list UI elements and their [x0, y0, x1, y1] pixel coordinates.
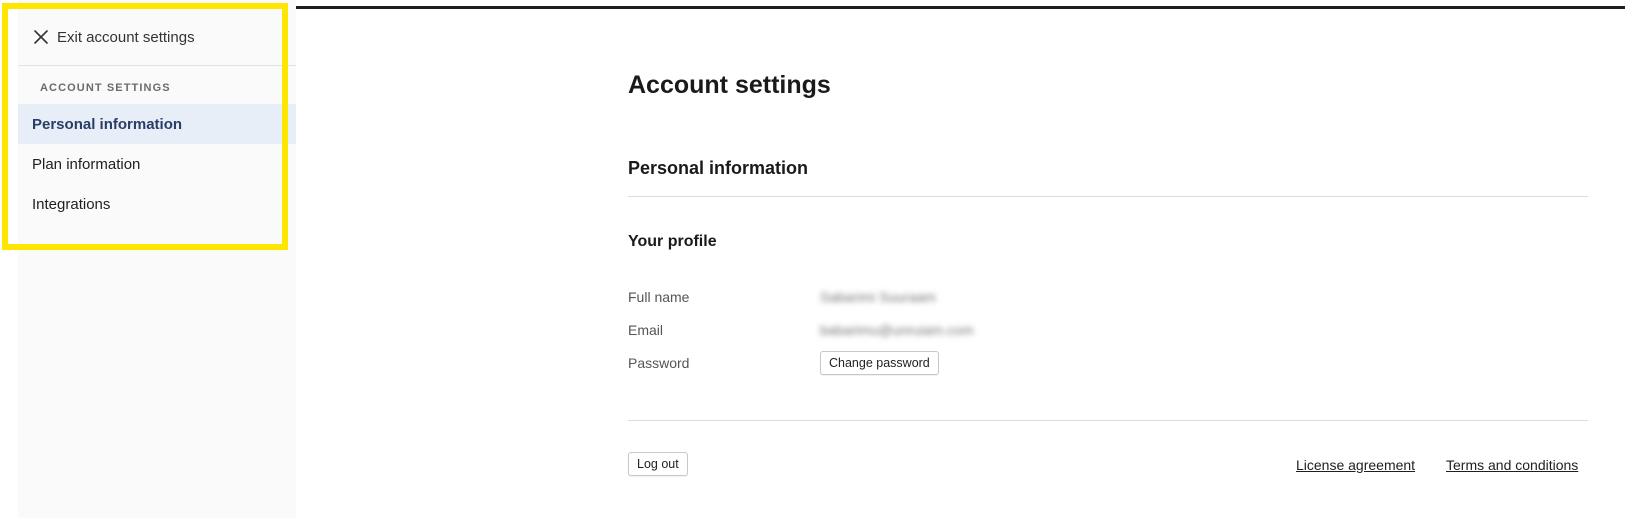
- sidebar-item-plan-information[interactable]: Plan information: [18, 144, 296, 184]
- license-agreement-link[interactable]: License agreement: [1296, 457, 1415, 473]
- full-name-value: Sabarimi Suuraam: [820, 289, 936, 305]
- sidebar-item-personal-information[interactable]: Personal information: [18, 104, 296, 144]
- page-title: Account settings: [628, 71, 831, 99]
- change-password-button[interactable]: Change password: [820, 351, 939, 375]
- full-name-label: Full name: [628, 289, 690, 305]
- close-icon: [34, 30, 48, 44]
- sidebar-menu: Exit account settings ACCOUNT SETTINGS P…: [18, 0, 296, 246]
- terms-and-conditions-link[interactable]: Terms and conditions: [1446, 457, 1578, 473]
- profile-title: Your profile: [628, 233, 717, 250]
- email-value: babarimu@unruiam.com: [820, 322, 974, 338]
- account-settings-page: Exit account settings ACCOUNT SETTINGS P…: [0, 0, 1625, 518]
- exit-account-settings-label: Exit account settings: [57, 29, 195, 46]
- password-label: Password: [628, 355, 690, 371]
- section-divider: [628, 196, 1588, 197]
- email-label: Email: [628, 322, 664, 338]
- sidebar-item-integrations[interactable]: Integrations: [18, 184, 296, 224]
- exit-account-settings-button[interactable]: Exit account settings: [18, 14, 296, 60]
- sidebar-section-heading: ACCOUNT SETTINGS: [40, 82, 171, 94]
- sidebar-divider: [18, 65, 296, 66]
- footer-divider: [628, 420, 1588, 421]
- log-out-button[interactable]: Log out: [628, 452, 688, 476]
- sidebar: Exit account settings ACCOUNT SETTINGS P…: [18, 0, 296, 518]
- main-content: Account settings Personal information Yo…: [628, 0, 1588, 518]
- section-title: Personal information: [628, 158, 809, 178]
